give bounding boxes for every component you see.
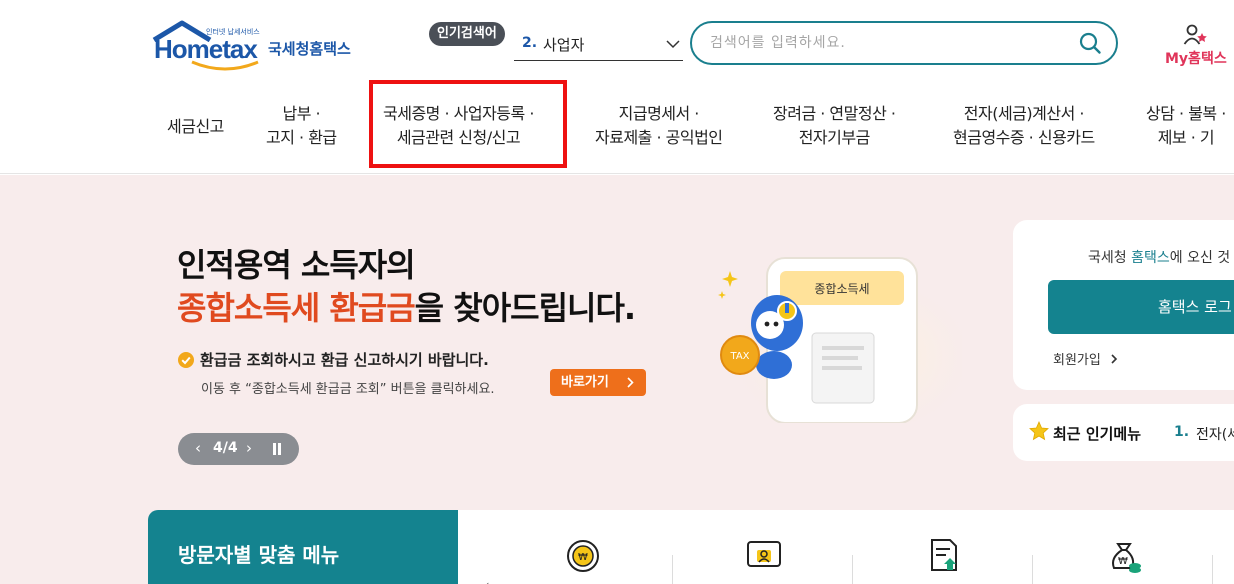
search-input[interactable] [710, 32, 1050, 54]
pager-next-button[interactable]: › [246, 439, 252, 457]
recent-popular-menu: 최근 인기메뉴 1. 전자(세 [1013, 404, 1234, 461]
hero-title-line1: 인적용역 소득자의 [177, 246, 416, 284]
nav-label-line1: 상담 · 불복 · [1146, 104, 1226, 123]
banner-pager: ‹ 4/4 › [178, 433, 299, 465]
quick-divider [852, 555, 853, 584]
search-icon[interactable] [1078, 31, 1102, 55]
nav-label: 세금신고 [167, 117, 224, 136]
recent-menu-title: 최근 인기메뉴 [1053, 425, 1142, 443]
quick-divider [1032, 555, 1033, 584]
illust-coin-label: TAX [729, 351, 749, 362]
chevron-right-icon [1111, 354, 1118, 364]
my-person-icon [1183, 24, 1207, 45]
nav-label-line1: 전자(세금)계산서 · [963, 104, 1085, 123]
hero-banner: 인적용역 소득자의 종합소득세 환급금을 찾아드립니다. 환급금 조회하시고 환… [0, 175, 1234, 584]
visitor-menu-title: 방문자별 맞춤 메뉴 [178, 543, 340, 567]
visitor-menu-panel: 방문자별 맞춤 메뉴 [148, 510, 458, 584]
document-upload-icon[interactable] [924, 536, 964, 576]
main-nav: 세금신고 납부 · 고지 · 환급 국세증명 · 사업자등록 · 세금관련 신청… [0, 80, 1234, 174]
tax-refund-illustration: 종합소득세 TAX [718, 257, 962, 423]
illust-phone-label: 종합소득세 [814, 282, 869, 296]
logo-korean-name: 국세청홈택스 [268, 40, 351, 58]
svg-text:₩: ₩ [578, 552, 588, 563]
go-button-label: 바로가기 [561, 375, 609, 390]
star-icon [1029, 421, 1049, 441]
check-circle-icon [178, 352, 194, 368]
hero-subtext: 이동 후 “종합소득세 환급금 조회” 버튼을 클릭하세요. [201, 382, 495, 397]
nav-payment-statements[interactable]: 지급명세서 · 자료제출 · 공익법인 [595, 102, 723, 150]
login-button[interactable]: 홈택스 로그 [1048, 280, 1234, 334]
chevron-down-icon [666, 40, 680, 49]
welcome-suffix: 에 오신 것 [1169, 250, 1231, 266]
hometax-page: 인터넷 납세서비스 Hometax 국세청홈택스 인기검색어 2. 사업자 My… [0, 0, 1234, 584]
svg-text:₩: ₩ [1118, 556, 1128, 567]
nav-label-line2: 전자기부금 [798, 128, 871, 147]
popular-rank: 2. [522, 35, 538, 51]
nav-consult-appeal[interactable]: 상담 · 불복 · 제보 · 기 [1146, 102, 1226, 150]
nav-label-line1: 지급명세서 · [618, 104, 700, 123]
quick-divider [672, 555, 673, 584]
quick-divider [1212, 555, 1213, 584]
nav-label-line1: 장려금 · 연말정산 · [773, 104, 896, 123]
pager-count: 4/4 [213, 440, 238, 456]
nav-highlight-box [369, 80, 567, 168]
monitor-person-icon[interactable] [744, 536, 784, 576]
popular-search-badge: 인기검색어 [429, 22, 505, 46]
chevron-right-icon [627, 377, 634, 388]
hometax-logo[interactable]: 인터넷 납세서비스 Hometax 국세청홈택스 [150, 20, 365, 72]
nav-payment-refund[interactable]: 납부 · 고지 · 환급 [266, 102, 337, 150]
welcome-brand: 홈택스 [1131, 250, 1170, 266]
nav-tax-filing[interactable]: 세금신고 [167, 115, 224, 139]
nav-label-line1: 납부 · [282, 104, 321, 123]
hero-description: 환급금 조회하시고 환급 신고하시기 바랍니다. [200, 351, 489, 369]
go-button[interactable]: 바로가기 [550, 369, 646, 396]
nav-label-line2: 현금영수증 · 신용카드 [953, 128, 1095, 147]
signup-link[interactable]: 회원가입 [1053, 349, 1119, 368]
pager-prev-button[interactable]: ‹ [195, 439, 201, 457]
pause-icon[interactable] [271, 443, 283, 455]
popular-term: 사업자 [543, 36, 585, 54]
welcome-prefix: 국세청 [1088, 250, 1132, 266]
quick-menu-strip: ‹ ₩ ₩ [458, 510, 1234, 584]
my-hometax-button[interactable]: My홈택스 [1163, 24, 1234, 68]
login-card: 국세청 홈택스에 오신 것 홈택스 로그 회원가입 [1013, 220, 1234, 390]
welcome-text: 국세청 홈택스에 오신 것 [1088, 247, 1230, 267]
recent-menu-rank: 1. [1174, 424, 1190, 440]
hero-title-highlight: 종합소득세 환급금 [177, 289, 416, 327]
nav-e-invoice-receipts[interactable]: 전자(세금)계산서 · 현금영수증 · 신용카드 [953, 102, 1095, 150]
money-bag-icon[interactable]: ₩ [1104, 536, 1144, 576]
recent-menu-item[interactable]: 전자(세 [1196, 424, 1234, 444]
hero-title-rest: 을 찾아드립니다. [414, 289, 636, 327]
my-hometax-label: My홈택스 [1165, 51, 1227, 67]
search-box [690, 21, 1118, 65]
nav-label-line2: 자료제출 · 공익법인 [595, 128, 723, 147]
nav-label-line2: 제보 · 기 [1157, 128, 1215, 147]
signup-label: 회원가입 [1053, 353, 1101, 368]
popular-search-select[interactable]: 2. 사업자 [514, 30, 683, 61]
nav-incentives-yearend[interactable]: 장려금 · 연말정산 · 전자기부금 [773, 102, 896, 150]
hero-title-line2: 종합소득세 환급금을 찾아드립니다. [177, 283, 636, 329]
nav-label-line2: 고지 · 환급 [266, 128, 337, 147]
logo-swoosh-icon [191, 60, 259, 71]
quick-prev-arrow[interactable]: ‹ [484, 578, 490, 584]
won-coin-icon[interactable]: ₩ [563, 536, 603, 576]
